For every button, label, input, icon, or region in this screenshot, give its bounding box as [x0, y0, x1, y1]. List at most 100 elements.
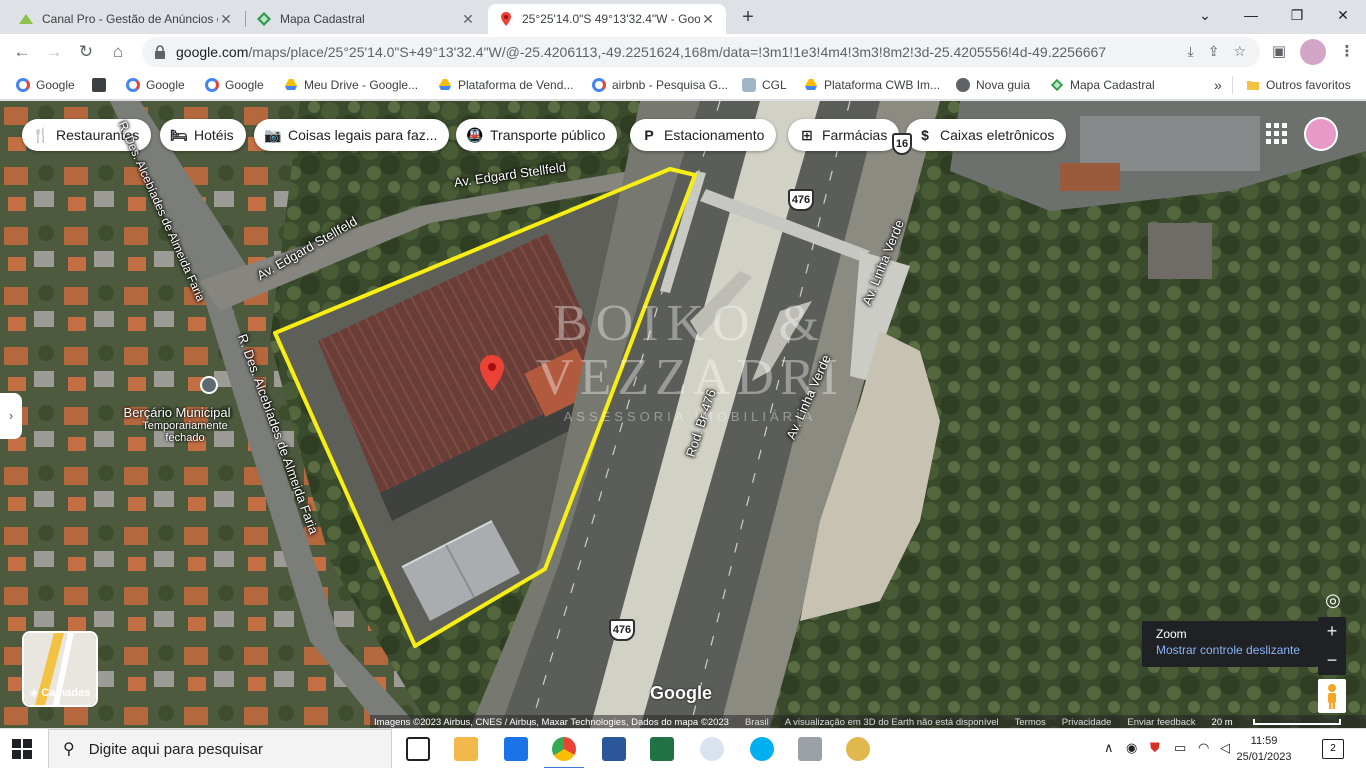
- bookmark-label: Google: [225, 78, 264, 92]
- security-alert-icon[interactable]: ⛊: [1150, 740, 1160, 756]
- feedback-link[interactable]: Enviar feedback: [1127, 717, 1195, 728]
- route-shield: 16: [892, 133, 912, 155]
- poi-marker-icon[interactable]: [200, 376, 218, 394]
- layers-stack-icon: ◈: [29, 687, 42, 699]
- wifi-icon[interactable]: ◠: [1198, 740, 1209, 756]
- route-shield: 476: [609, 619, 635, 641]
- tab-close-icon[interactable]: ✕: [460, 11, 476, 28]
- webcam-icon[interactable]: ◉: [1126, 740, 1137, 756]
- url-text[interactable]: google.com/maps/place/25°25'14.0"S+49°13…: [176, 44, 1136, 60]
- chip-public-transit[interactable]: 🚇 Transporte público: [456, 119, 618, 151]
- tab-close-icon[interactable]: ✕: [218, 11, 234, 28]
- tab-close-icon[interactable]: ✕: [700, 11, 716, 28]
- tab-google-maps[interactable]: 25°25'14.0"S 49°13'32.4"W - Goo ✕: [488, 4, 726, 34]
- street-view-pegman-icon[interactable]: [1318, 679, 1346, 713]
- excel-icon[interactable]: [650, 737, 674, 761]
- bookmarks-divider: [1232, 76, 1233, 94]
- bookmark-item[interactable]: [92, 76, 112, 94]
- bookmark-item[interactable]: Google: [205, 76, 264, 94]
- windows-taskbar: ⚲ Digite aqui para pesquisar ∧ ◉ ⛊ ▭ ◠ ◁…: [0, 728, 1366, 768]
- zoom-out-button[interactable]: −: [1318, 646, 1346, 675]
- other-bookmarks-folder[interactable]: Outros favoritos: [1246, 76, 1351, 94]
- google-g-icon: [126, 78, 140, 92]
- bookmark-label: airbnb - Pesquisa G...: [612, 78, 729, 92]
- bookmark-label: Plataforma CWB Im...: [824, 78, 941, 92]
- chip-label: Coisas legais para faz...: [288, 127, 438, 143]
- bookmark-item[interactable]: Meu Drive - Google...: [284, 76, 418, 94]
- imagery-credit: Imagens ©2023 Airbus, CNES / Airbus, Max…: [374, 716, 729, 728]
- chip-parking[interactable]: P Estacionamento: [630, 119, 777, 151]
- menu-kebab-icon[interactable]: ⋮: [1334, 39, 1360, 65]
- terms-link[interactable]: Termos: [1015, 717, 1046, 728]
- chip-atms[interactable]: $ Caixas eletrônicos: [906, 119, 1067, 151]
- privacy-link[interactable]: Privacidade: [1062, 717, 1112, 728]
- tab-title: Canal Pro - Gestão de Anúncios e: [42, 12, 218, 26]
- forward-icon[interactable]: →: [40, 38, 68, 66]
- globe-icon: [956, 78, 970, 92]
- chrome-icon[interactable]: [544, 737, 584, 768]
- layers-button[interactable]: ◈ Camadas: [22, 631, 98, 707]
- taskbar-search-box[interactable]: ⚲ Digite aqui para pesquisar: [48, 729, 392, 768]
- home-icon[interactable]: ⌂: [104, 38, 132, 66]
- task-view-icon[interactable]: [406, 737, 430, 761]
- country-label[interactable]: Brasil: [745, 717, 769, 728]
- windows-start-icon[interactable]: [12, 739, 32, 759]
- file-explorer-icon[interactable]: [454, 737, 478, 761]
- back-icon[interactable]: ←: [8, 38, 36, 66]
- expand-side-panel-button[interactable]: ›: [0, 393, 22, 439]
- parking-icon: P: [644, 127, 654, 143]
- chip-things-to-do[interactable]: 📷 Coisas legais para faz...: [254, 119, 450, 151]
- google-apps-icon[interactable]: [1266, 123, 1288, 145]
- poi-status: Temporariamente fechado: [142, 420, 228, 444]
- bookmark-item[interactable]: Plataforma de Vend...: [438, 76, 573, 94]
- chip-hotels[interactable]: 🛏 Hotéis: [160, 119, 246, 151]
- mail-icon[interactable]: [504, 737, 528, 761]
- bookmark-item[interactable]: Google: [126, 76, 185, 94]
- install-app-icon[interactable]: ⤓: [1188, 43, 1194, 60]
- side-panel-icon[interactable]: ▣: [1266, 39, 1292, 65]
- network-drive-icon[interactable]: [798, 737, 822, 761]
- google-drive-icon: [805, 79, 817, 90]
- bookmark-label: CGL: [762, 78, 787, 92]
- word-icon[interactable]: [602, 737, 626, 761]
- volume-icon[interactable]: ◁: [1220, 740, 1230, 756]
- my-location-icon[interactable]: ◎: [1318, 585, 1348, 615]
- tray-overflow-icon[interactable]: ∧: [1104, 740, 1114, 756]
- profile-avatar[interactable]: [1300, 39, 1326, 65]
- bookmark-item[interactable]: airbnb - Pesquisa G...: [592, 76, 728, 94]
- bookmark-item[interactable]: Google: [16, 76, 75, 94]
- bookmark-item[interactable]: Mapa Cadastral: [1050, 76, 1155, 94]
- account-avatar[interactable]: [1304, 117, 1338, 151]
- bookmark-item[interactable]: Nova guia: [956, 76, 1030, 94]
- chip-pharmacies[interactable]: ⊞ Farmácias: [788, 119, 900, 151]
- show-slider-link[interactable]: Mostrar controle deslizante: [1156, 643, 1304, 657]
- zoom-tooltip-title: Zoom: [1156, 627, 1187, 641]
- tab-canal-pro[interactable]: Canal Pro - Gestão de Anúncios e ✕: [8, 4, 244, 34]
- new-tab-button[interactable]: +: [736, 6, 760, 30]
- snipping-tool-icon[interactable]: [700, 737, 724, 761]
- close-window-button[interactable]: ✕: [1320, 0, 1366, 30]
- scale-indicator[interactable]: 20 m: [1212, 717, 1357, 728]
- bookmark-item[interactable]: Plataforma CWB Im...: [804, 76, 940, 94]
- reload-icon[interactable]: ↻: [72, 38, 100, 66]
- bookmark-star-icon[interactable]: ☆: [1233, 43, 1246, 60]
- satellite-map[interactable]: 🍴 Restaurantes 🛏 Hotéis 📷 Coisas legais par…: [0, 101, 1366, 728]
- restore-button[interactable]: ❐: [1274, 0, 1320, 30]
- notification-center-icon[interactable]: 2: [1322, 739, 1344, 759]
- bookmark-item[interactable]: CGL: [742, 76, 787, 94]
- zap-imoveis-icon: [19, 14, 33, 24]
- battery-icon[interactable]: ▭: [1174, 740, 1186, 756]
- system-clock[interactable]: 11:59 25/01/2023: [1232, 733, 1296, 765]
- tab-search-button[interactable]: ⌄: [1182, 0, 1228, 30]
- paint-icon[interactable]: [846, 737, 870, 761]
- zoom-in-button[interactable]: +: [1318, 617, 1346, 646]
- bookmarks-bar: Google Google Google Meu Drive - Google.…: [0, 70, 1366, 100]
- poi-bercario[interactable]: Berçário Municipal Temporariamente fecha…: [114, 405, 240, 444]
- share-icon[interactable]: ⇪: [1208, 43, 1220, 60]
- minimize-button[interactable]: —: [1228, 0, 1274, 30]
- tab-mapa-cadastral[interactable]: Mapa Cadastral ✕: [246, 4, 486, 34]
- watermark-line: BOIKO &: [552, 295, 828, 352]
- skype-icon[interactable]: [750, 737, 774, 761]
- bookmarks-overflow-button[interactable]: »: [1214, 76, 1222, 94]
- address-bar[interactable]: google.com/maps/place/25°25'14.0"S+49°13…: [142, 37, 1260, 67]
